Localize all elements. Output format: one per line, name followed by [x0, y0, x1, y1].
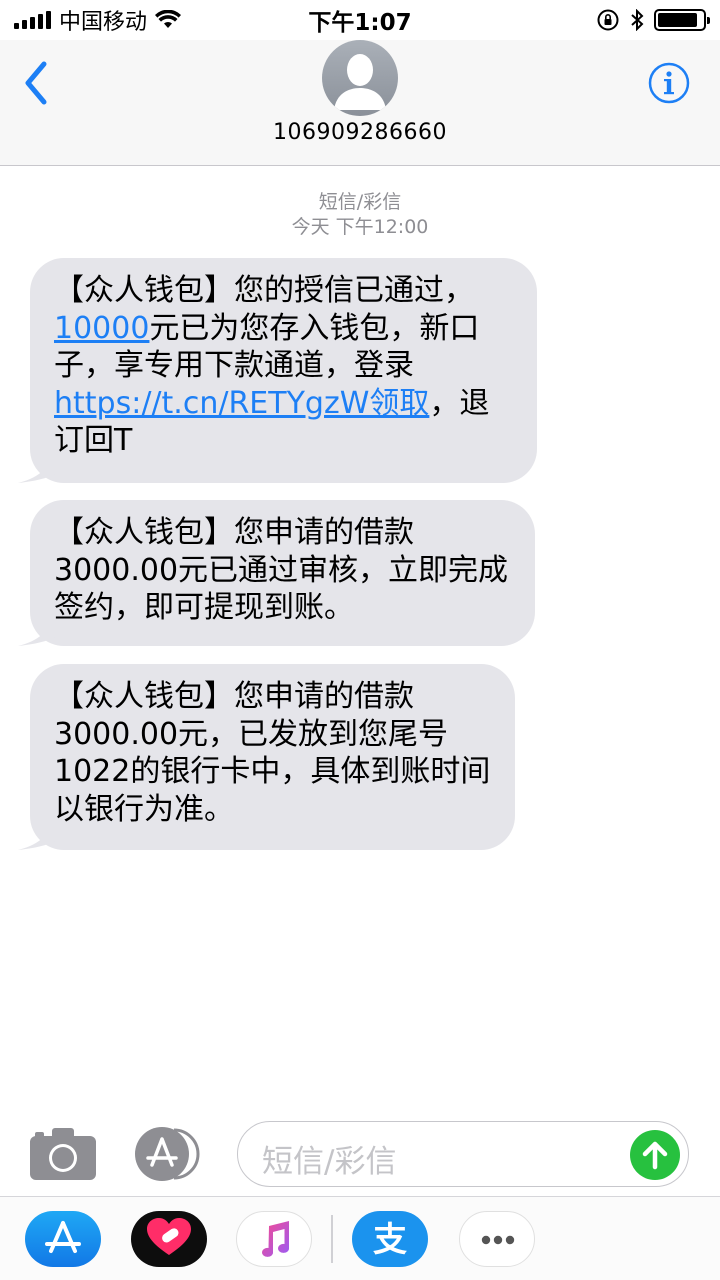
message-bubble[interactable]: 【众人钱包】您的授信已通过，10000元已为您存入钱包，新口子，享专用下款通道，… [18, 258, 537, 483]
status-left: 中国移动 [14, 4, 182, 36]
signal-icon [14, 11, 51, 29]
app-store-icon [45, 1221, 81, 1253]
message-bubble[interactable]: 【众人钱包】您申请的借款3000.00元，已发放到您尾号1022的银行卡中，具体… [18, 664, 515, 850]
more-icon [481, 1235, 515, 1245]
info-icon[interactable] [648, 62, 690, 104]
bubble-tail [18, 447, 58, 483]
message-text: 【众人钱包】您申请的借款3000.00元已通过审核，立即完成签约，即可提现到账。 [54, 515, 509, 625]
conversation-header: 106909286660 [0, 40, 720, 166]
status-right [596, 8, 710, 32]
arrow-up-icon [642, 1141, 668, 1170]
more-apps-button[interactable] [459, 1211, 535, 1267]
carrier-label: 中国移动 [59, 10, 148, 35]
bubble-tail [18, 814, 58, 850]
back-chevron-icon[interactable] [18, 58, 58, 108]
send-button[interactable] [630, 1130, 680, 1180]
orientation-lock-icon [597, 9, 619, 31]
music-note-icon [262, 1221, 290, 1257]
bluetooth-icon [631, 9, 644, 31]
url-link[interactable]: https://t.cn/RETYgzW领取 [54, 386, 429, 421]
alipay-icon: 支 [373, 1220, 407, 1260]
camera-icon[interactable] [30, 1128, 96, 1180]
message-input[interactable]: 短信/彩信 [237, 1121, 689, 1187]
app-store-icon[interactable] [134, 1126, 200, 1182]
message-timestamp: 今天 下午12:00 [291, 216, 429, 238]
alipay-app-button[interactable]: 支 [352, 1211, 428, 1267]
status-bar: 中国移动 下午1:07 [0, 0, 720, 40]
contact-avatar[interactable] [322, 40, 398, 116]
message-text: 【众人钱包】您申请的借款3000.00元，已发放到您尾号1022的银行卡中，具体… [54, 679, 491, 827]
svg-text:支: 支 [373, 1220, 407, 1260]
bubble-tail [18, 610, 58, 646]
message-input-placeholder: 短信/彩信 [262, 1144, 397, 1180]
contact-number[interactable]: 106909286660 [0, 120, 720, 145]
heart-app-button[interactable] [131, 1211, 207, 1267]
app-drawer: 支 [0, 1196, 720, 1280]
app-store-app-button[interactable] [25, 1211, 101, 1267]
person-silhouette-icon [334, 54, 386, 110]
message-text: 【众人钱包】您的授信已通过， [54, 273, 474, 308]
amount-link[interactable]: 10000 [54, 311, 149, 346]
message-bubble[interactable]: 【众人钱包】您申请的借款3000.00元已通过审核，立即完成签约，即可提现到账。 [18, 500, 535, 646]
battery-icon [654, 9, 710, 31]
music-app-button[interactable] [236, 1211, 312, 1267]
service-label: 短信/彩信 [318, 191, 402, 213]
conversation-meta: 短信/彩信 今天 下午12:00 [0, 190, 720, 240]
heart-icon [147, 1218, 191, 1255]
wifi-icon [155, 10, 182, 28]
drawer-divider [331, 1215, 333, 1263]
